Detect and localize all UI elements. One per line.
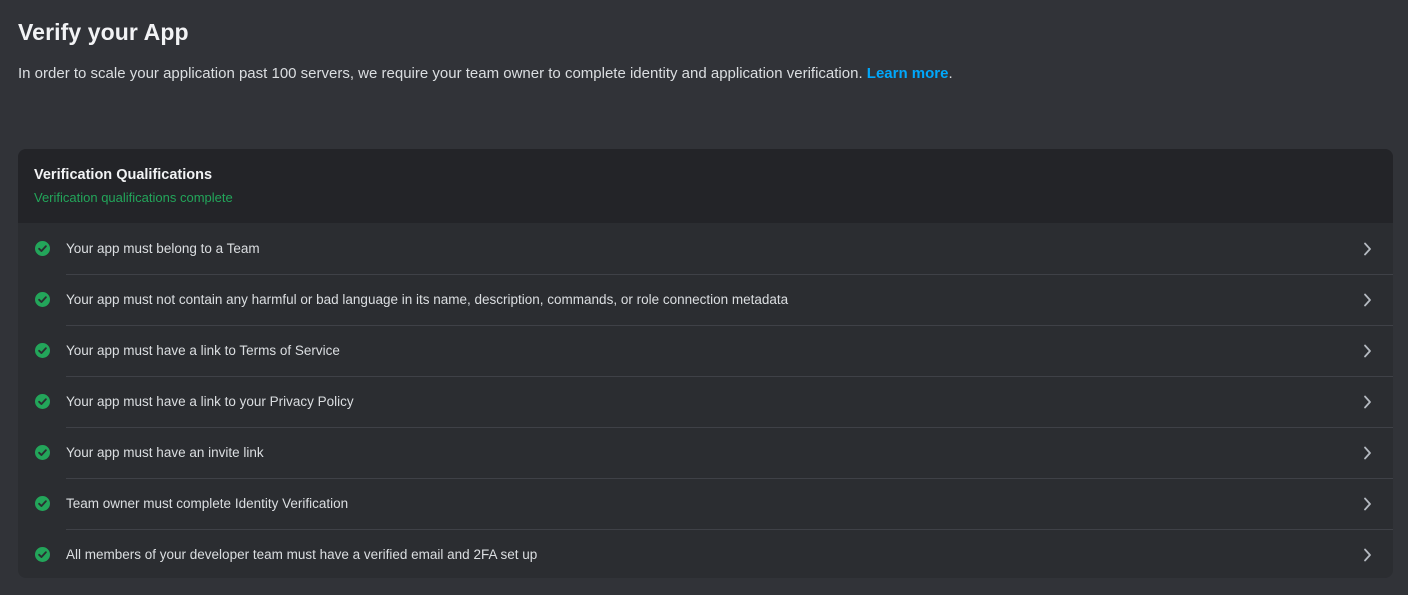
qualification-row[interactable]: Your app must have an invite link: [18, 427, 1393, 478]
page-title: Verify your App: [18, 19, 189, 45]
qualification-row[interactable]: All members of your developer team must …: [18, 529, 1393, 578]
page-description: In order to scale your application past …: [18, 64, 1393, 84]
qualification-row[interactable]: Your app must have a link to your Privac…: [18, 376, 1393, 427]
qualification-row[interactable]: Team owner must complete Identity Verifi…: [18, 478, 1393, 529]
check-circle-icon: [34, 445, 50, 461]
qualification-row[interactable]: Your app must have a link to Terms of Se…: [18, 325, 1393, 376]
check-circle-icon: [34, 547, 50, 563]
description-text: In order to scale your application past …: [18, 65, 867, 82]
check-circle-icon: [34, 394, 50, 410]
panel-title: Verification Qualifications: [34, 167, 213, 183]
chevron-right-icon: [1361, 344, 1373, 357]
chevron-right-icon: [1361, 497, 1373, 510]
qualifications-status: Verification qualifications complete: [34, 190, 233, 205]
chevron-right-icon: [1361, 446, 1373, 459]
qualification-label: Your app must have an invite link: [66, 444, 264, 460]
chevron-right-icon: [1361, 293, 1373, 306]
description-end: .: [948, 65, 953, 82]
qualification-label: All members of your developer team must …: [66, 546, 538, 562]
panel-header: Verification Qualifications Verification…: [18, 149, 1393, 223]
chevron-right-icon: [1361, 548, 1373, 561]
qualification-label: Your app must not contain any harmful or…: [66, 291, 789, 307]
qualifications-list: Your app must belong to a Team Your app …: [18, 223, 1393, 578]
verify-app-page: Verify your App In order to scale your a…: [0, 0, 1408, 595]
qualification-row[interactable]: Your app must belong to a Team: [18, 223, 1393, 274]
learn-more-link[interactable]: Learn more: [867, 65, 949, 82]
check-circle-icon: [34, 496, 50, 512]
qualification-label: Your app must have a link to your Privac…: [66, 393, 354, 409]
verification-qualifications-panel: Verification Qualifications Verification…: [18, 149, 1393, 578]
check-circle-icon: [34, 241, 50, 257]
chevron-right-icon: [1361, 395, 1373, 408]
qualification-label: Your app must belong to a Team: [66, 240, 260, 256]
qualification-label: Your app must have a link to Terms of Se…: [66, 342, 340, 358]
check-circle-icon: [34, 343, 50, 359]
check-circle-icon: [34, 292, 50, 308]
qualification-row[interactable]: Your app must not contain any harmful or…: [18, 274, 1393, 325]
qualification-label: Team owner must complete Identity Verifi…: [66, 495, 349, 511]
chevron-right-icon: [1361, 242, 1373, 255]
